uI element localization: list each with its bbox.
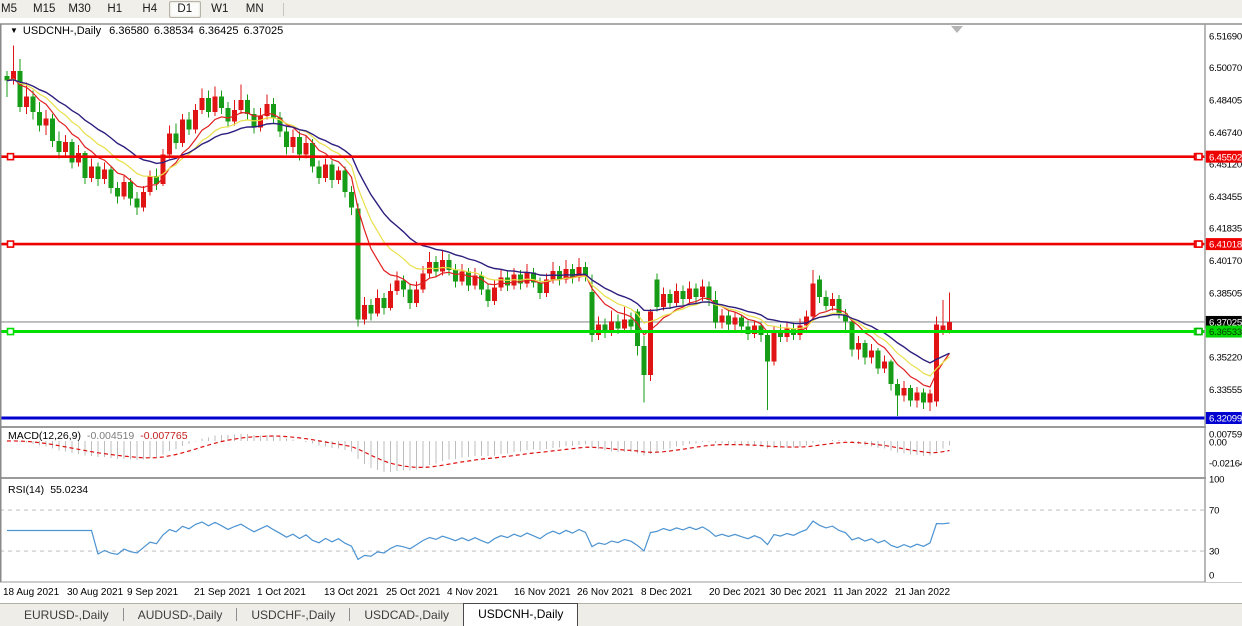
tab-usdchf[interactable]: USDCHF-,Daily xyxy=(237,605,349,626)
svg-text:11 Jan 2022: 11 Jan 2022 xyxy=(833,587,888,598)
chart-symbol: USDCNH-,Daily xyxy=(23,25,101,37)
tab-audusd[interactable]: AUDUSD-,Daily xyxy=(124,605,237,626)
svg-text:-0.02164: -0.02164 xyxy=(1209,458,1242,469)
rsi-value: 55.0234 xyxy=(50,484,88,496)
chart-title: ▼ USDCNH-,Daily 6.36580 6.38534 6.36425 6.370… xyxy=(10,25,288,37)
svg-text:6.48405: 6.48405 xyxy=(1209,95,1242,106)
timeframe-toolbar: M5M15M30H1H4D1W1MN xyxy=(0,0,1242,18)
svg-text:0.00: 0.00 xyxy=(1209,437,1227,448)
ohlc-close: 6.37025 xyxy=(243,25,283,37)
timeframe-button-mn[interactable]: MN xyxy=(239,1,271,18)
svg-text:6.36533: 6.36533 xyxy=(1209,327,1242,338)
tab-eurusd[interactable]: EURUSD-,Daily xyxy=(10,605,123,626)
svg-text:6.43455: 6.43455 xyxy=(1209,192,1242,203)
svg-text:6.35220: 6.35220 xyxy=(1209,353,1242,364)
ohlc-low: 6.36425 xyxy=(199,25,239,37)
svg-text:0: 0 xyxy=(1209,570,1214,581)
chart-canvas[interactable]: 6.516906.500706.484056.467406.451206.434… xyxy=(0,18,1242,603)
svg-text:25 Oct 2021: 25 Oct 2021 xyxy=(386,587,441,598)
mt4-window: M5M15M30H1H4D1W1MN 6.51690 6.50070 6.48405… xyxy=(0,0,1242,626)
svg-text:21 Sep 2021: 21 Sep 2021 xyxy=(194,587,251,598)
svg-text:6.51690: 6.51690 xyxy=(1209,31,1242,42)
chart-tabs-bar: EURUSD-,DailyAUDUSD-,DailyUSDCHF-,DailyU… xyxy=(0,603,1242,626)
svg-text:6.46740: 6.46740 xyxy=(1209,128,1242,139)
svg-text:6.41835: 6.41835 xyxy=(1209,224,1242,235)
macd-name: MACD(12,26,9) xyxy=(8,430,81,442)
date-axis: 18 Aug 2021 30 Aug 20219 Sep 2021 21 Sep 2… xyxy=(3,587,950,598)
svg-text:6.38505: 6.38505 xyxy=(1209,288,1242,299)
timeframe-button-h4[interactable]: H4 xyxy=(134,1,166,18)
chevron-down-icon: ▼ xyxy=(10,26,18,35)
svg-text:1 Oct 2021: 1 Oct 2021 xyxy=(257,587,306,598)
svg-text:26 Nov 2021: 26 Nov 2021 xyxy=(577,587,634,598)
svg-text:30 Dec 2021: 30 Dec 2021 xyxy=(770,587,827,598)
svg-text:6.40170: 6.40170 xyxy=(1209,256,1242,267)
tab-usdcad[interactable]: USDCAD-,Daily xyxy=(350,605,463,626)
svg-text:6.45502: 6.45502 xyxy=(1209,152,1242,163)
svg-text:70: 70 xyxy=(1209,505,1219,516)
svg-text:18 Aug 2021: 18 Aug 2021 xyxy=(3,587,60,598)
svg-text:20 Dec 2021: 20 Dec 2021 xyxy=(709,587,766,598)
timeframe-button-d1[interactable]: D1 xyxy=(169,1,201,18)
svg-text:6.50070: 6.50070 xyxy=(1209,63,1242,74)
svg-text:6.32099: 6.32099 xyxy=(1209,414,1242,425)
macd-signal-value: -0.007765 xyxy=(140,430,187,442)
timeframe-button-w1[interactable]: W1 xyxy=(204,1,236,18)
timeframe-button-h1[interactable]: H1 xyxy=(99,1,131,18)
tab-usdcnh[interactable]: USDCNH-,Daily xyxy=(463,603,578,626)
toolbar-separator xyxy=(283,3,284,16)
chart-area[interactable]: 6.516906.500706.484056.467406.451206.434… xyxy=(0,18,1242,603)
svg-text:100: 100 xyxy=(1209,474,1224,485)
svg-text:8 Dec 2021: 8 Dec 2021 xyxy=(641,587,693,598)
svg-text:30: 30 xyxy=(1209,546,1219,557)
svg-text:6.41018: 6.41018 xyxy=(1209,240,1242,251)
svg-text:21 Jan 2022: 21 Jan 2022 xyxy=(895,587,950,598)
svg-text:16 Nov 2021: 16 Nov 2021 xyxy=(514,587,571,598)
svg-text:9 Sep 2021: 9 Sep 2021 xyxy=(127,587,179,598)
svg-text:30 Aug 2021: 30 Aug 2021 xyxy=(67,587,124,598)
svg-text:4 Nov 2021: 4 Nov 2021 xyxy=(447,587,499,598)
rsi-name: RSI(14) xyxy=(8,484,44,496)
timeframe-button-m5[interactable]: M5 xyxy=(0,1,25,18)
ohlc-open: 6.36580 xyxy=(109,25,149,37)
timeframe-button-m30[interactable]: M30 xyxy=(63,1,95,18)
macd-main-value: -0.004519 xyxy=(87,430,134,442)
rsi-indicator-label: RSI(14) 55.0234 xyxy=(8,484,88,496)
svg-text:13 Oct 2021: 13 Oct 2021 xyxy=(324,587,379,598)
macd-indicator-label: MACD(12,26,9) -0.004519 -0.007765 xyxy=(8,430,188,442)
svg-text:6.33555: 6.33555 xyxy=(1209,385,1242,396)
ohlc-high: 6.38534 xyxy=(154,25,194,37)
timeframe-button-m15[interactable]: M15 xyxy=(28,1,60,18)
